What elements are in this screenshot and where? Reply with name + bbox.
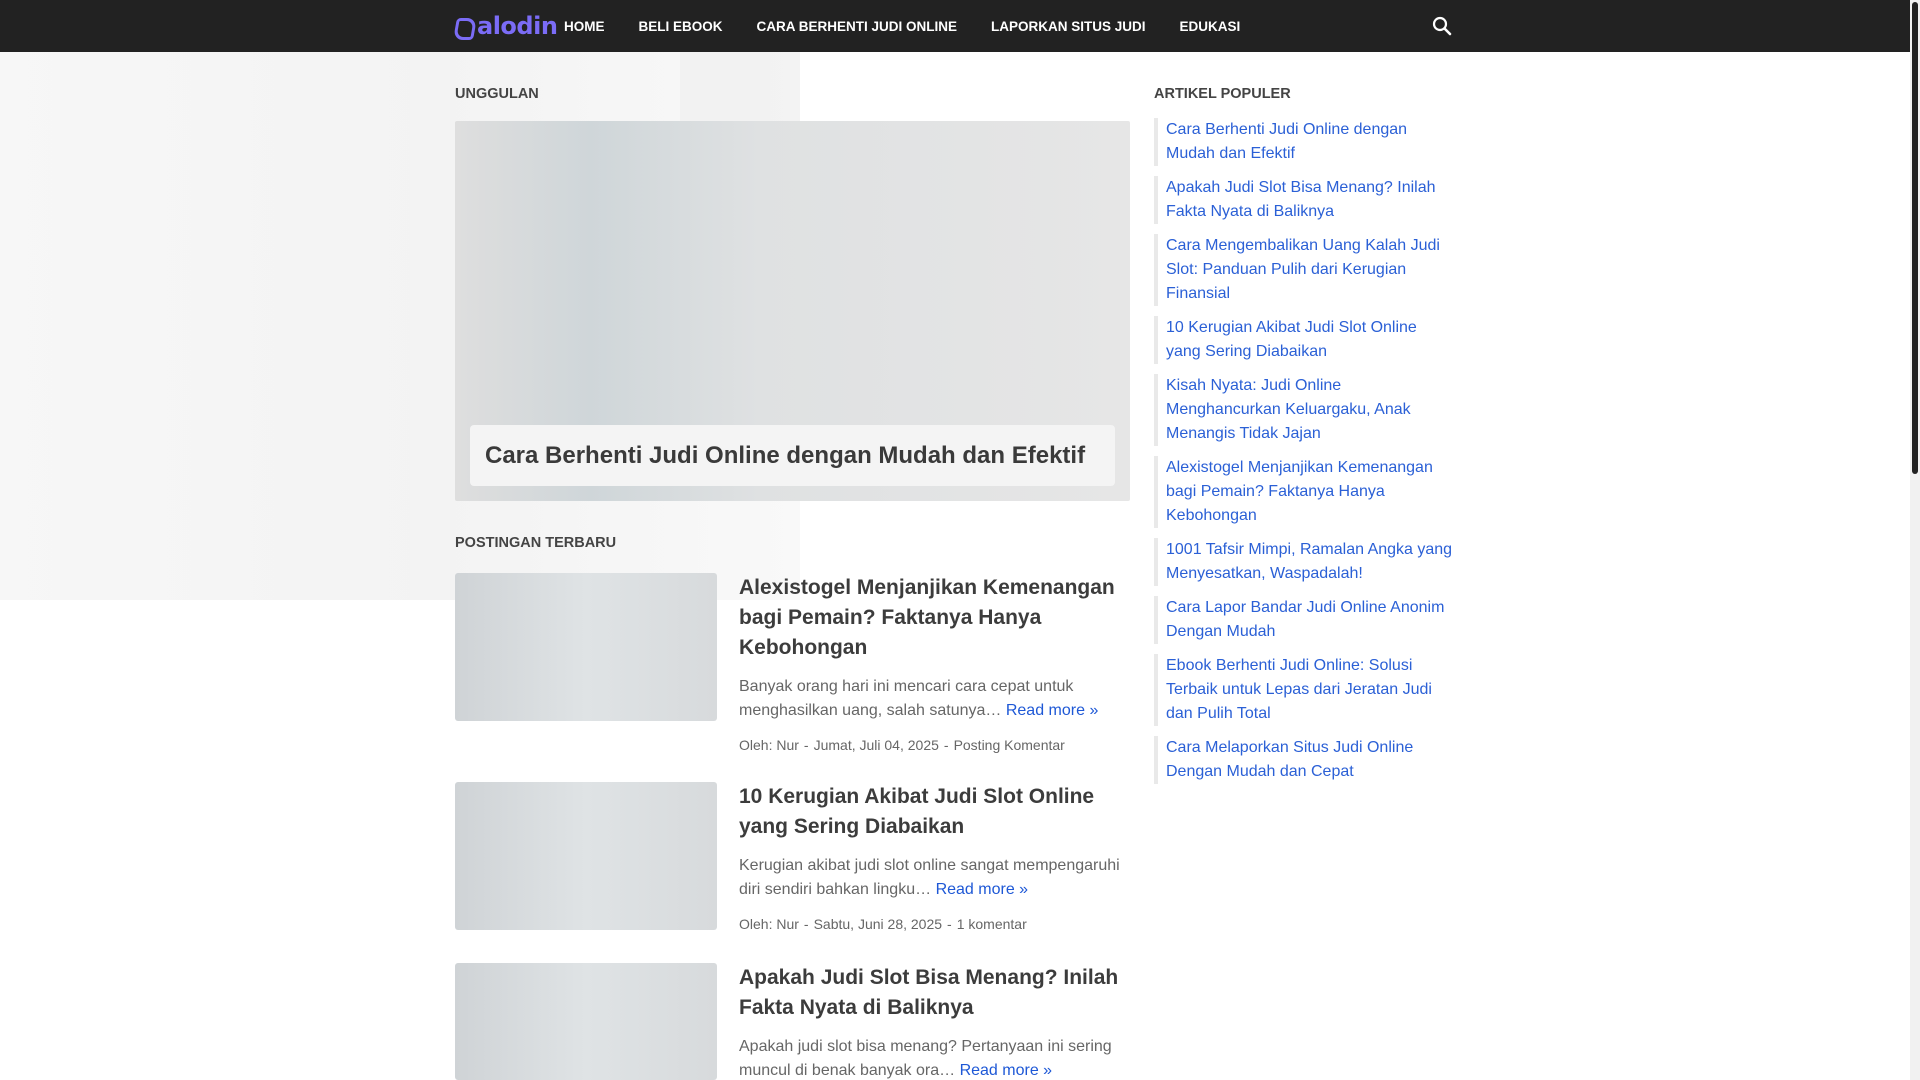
post-body: Alexistogel Menjanjikan Kemenangan bagi …: [739, 573, 1130, 753]
read-more-link[interactable]: Read more »: [1006, 702, 1099, 719]
popular-articles-list: Cara Berhenti Judi Online dengan Mudah d…: [1154, 118, 1454, 794]
logo-mark-icon: [453, 18, 477, 40]
post-title[interactable]: Apakah Judi Slot Bisa Menang? Inilah Fak…: [739, 963, 1130, 1023]
popular-article-link[interactable]: Cara Berhenti Judi Online dengan Mudah d…: [1154, 118, 1454, 166]
featured-title-box: Cara Berhenti Judi Online dengan Mudah d…: [470, 425, 1115, 486]
featured-section-label: UNGGULAN: [455, 86, 539, 102]
nav-cara-berhenti[interactable]: CARA BERHENTI JUDI ONLINE: [757, 19, 958, 34]
logo-text: alodin: [477, 12, 558, 40]
read-more-link[interactable]: Read more »: [960, 1062, 1053, 1079]
post-date[interactable]: Jumat, Juli 04, 2025: [814, 737, 939, 753]
popular-article-link[interactable]: Cara Mengembalikan Uang Kalah Judi Slot:…: [1154, 234, 1454, 306]
popular-article-link[interactable]: Alexistogel Menjanjikan Kemenangan bagi …: [1154, 456, 1454, 528]
popular-article-link[interactable]: Cara Lapor Bandar Judi Online Anonim Den…: [1154, 596, 1454, 644]
nav-laporkan-situs[interactable]: LAPORKAN SITUS JUDI: [991, 19, 1146, 34]
post-comments[interactable]: Posting Komentar: [954, 737, 1065, 753]
nav-home[interactable]: HOME: [564, 19, 605, 34]
site-logo[interactable]: alodin: [453, 10, 558, 40]
main-menu: HOME BELI EBOOK CARA BERHENTI JUDI ONLIN…: [564, 0, 1274, 52]
post-author: Oleh: Nur: [739, 737, 799, 753]
popular-article-link[interactable]: Apakah Judi Slot Bisa Menang? Inilah Fak…: [1154, 176, 1454, 224]
popular-article-link[interactable]: 10 Kerugian Akibat Judi Slot Online yang…: [1154, 316, 1454, 364]
post-snippet: Kerugian akibat judi slot online sangat …: [739, 854, 1130, 902]
top-navbar: alodin HOME BELI EBOOK CARA BERHENTI JUD…: [0, 0, 1910, 52]
popular-article-link[interactable]: Ebook Berhenti Judi Online: Solusi Terba…: [1154, 654, 1454, 726]
nav-edukasi[interactable]: EDUKASI: [1180, 19, 1241, 34]
post-author: Oleh: Nur: [739, 916, 799, 932]
search-button[interactable]: [1430, 14, 1454, 38]
post-thumbnail[interactable]: [455, 573, 717, 721]
post-snippet: Banyak orang hari ini mencari cara cepat…: [739, 675, 1130, 723]
featured-post-card[interactable]: Cara Berhenti Judi Online dengan Mudah d…: [455, 121, 1130, 501]
post-snippet-text: Kerugian akibat judi slot online sangat …: [739, 857, 1120, 898]
post-snippet: Apakah judi slot bisa menang? Pertanyaan…: [739, 1035, 1130, 1080]
popular-article-link[interactable]: Cara Melaporkan Situs Judi Online Dengan…: [1154, 736, 1454, 784]
page-scrollbar[interactable]: [1910, 0, 1920, 1080]
post-thumbnail[interactable]: [455, 782, 717, 930]
post-comments[interactable]: 1 komentar: [957, 916, 1027, 932]
post-title[interactable]: Alexistogel Menjanjikan Kemenangan bagi …: [739, 573, 1130, 663]
search-icon: [1432, 16, 1452, 36]
post-meta: Oleh: Nur - Sabtu, Juni 28, 2025-1 komenta…: [739, 916, 1027, 932]
popular-section-label: ARTIKEL POPULER: [1154, 86, 1291, 102]
nav-beli-ebook[interactable]: BELI EBOOK: [639, 19, 723, 34]
recent-section-label: POSTINGAN TERBARU: [455, 535, 617, 551]
read-more-link[interactable]: Read more »: [936, 881, 1029, 898]
scrollbar-thumb[interactable]: [1912, 2, 1918, 474]
post-thumbnail[interactable]: [455, 963, 717, 1080]
post-meta: Oleh: Nur - Jumat, Juli 04, 2025- Posting K…: [739, 737, 1065, 753]
post-snippet-text: Apakah judi slot bisa menang? Pertanyaan…: [739, 1038, 1112, 1079]
popular-article-link[interactable]: 1001 Tafsir Mimpi, Ramalan Angka yang Me…: [1154, 538, 1454, 586]
popular-article-link[interactable]: Kisah Nyata: Judi Online Menghancurkan K…: [1154, 374, 1454, 446]
post-date[interactable]: Sabtu, Juni 28, 2025: [814, 916, 942, 932]
post-body: Apakah Judi Slot Bisa Menang? Inilah Fak…: [739, 963, 1130, 1080]
featured-title[interactable]: Cara Berhenti Judi Online dengan Mudah d…: [485, 442, 1085, 470]
post-title[interactable]: 10 Kerugian Akibat Judi Slot Online yang…: [739, 782, 1130, 842]
post-body: 10 Kerugian Akibat Judi Slot Online yang…: [739, 782, 1130, 932]
